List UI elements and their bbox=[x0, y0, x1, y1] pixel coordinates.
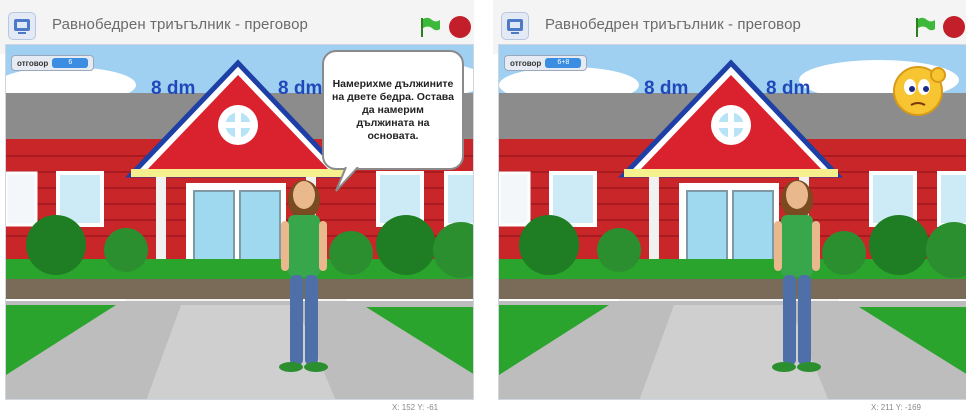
stage: отговор 6 8 dm 8 dm Намерихме дължините … bbox=[5, 44, 474, 400]
side-label-left: 8 dm bbox=[151, 78, 196, 99]
project-title: Равнобедрен триъгълник - преговор bbox=[52, 16, 308, 33]
variable-monitor: отговор 6 bbox=[11, 55, 95, 71]
fullscreen-icon bbox=[507, 19, 523, 34]
speech-text: Намерихме дължините на двете бедра. Оста… bbox=[332, 77, 454, 142]
variable-monitor: отговор 6+8 bbox=[504, 55, 588, 71]
variable-value: 6+8 bbox=[545, 58, 582, 68]
side-label-right: 8 dm bbox=[278, 78, 323, 99]
side-label-left: 8 dm bbox=[644, 78, 689, 99]
project-player-right: Равнобедрен триъгълник - преговор отгово… bbox=[493, 0, 966, 417]
stage: отговор 6+8 8 dm 8 dm bbox=[498, 44, 966, 400]
fullscreen-icon bbox=[14, 19, 30, 34]
green-flag-icon[interactable] bbox=[418, 16, 442, 38]
project-player-left: Равнобедрен триъгълник - преговор отгово… bbox=[0, 0, 474, 417]
variable-name: отговор bbox=[510, 58, 542, 68]
speech-bubble-tail bbox=[335, 167, 359, 192]
stop-icon[interactable] bbox=[943, 16, 965, 38]
mouse-coordinates: X: 211 Y: -169 bbox=[871, 403, 921, 412]
green-flag-icon[interactable] bbox=[913, 16, 937, 38]
variable-value: 6 bbox=[52, 58, 89, 68]
project-title: Равнобедрен триъгълник - преговор bbox=[545, 16, 801, 33]
variable-name: отговор bbox=[17, 58, 49, 68]
mouse-coordinates: X: 152 Y: -61 bbox=[392, 403, 439, 412]
fullscreen-button[interactable] bbox=[501, 12, 529, 40]
side-label-right: 8 dm bbox=[766, 78, 811, 99]
stop-icon[interactable] bbox=[449, 16, 471, 38]
thinking-face-icon bbox=[893, 66, 946, 116]
fullscreen-button[interactable] bbox=[8, 12, 36, 40]
speech-bubble: Намерихме дължините на двете бедра. Оста… bbox=[322, 50, 464, 170]
